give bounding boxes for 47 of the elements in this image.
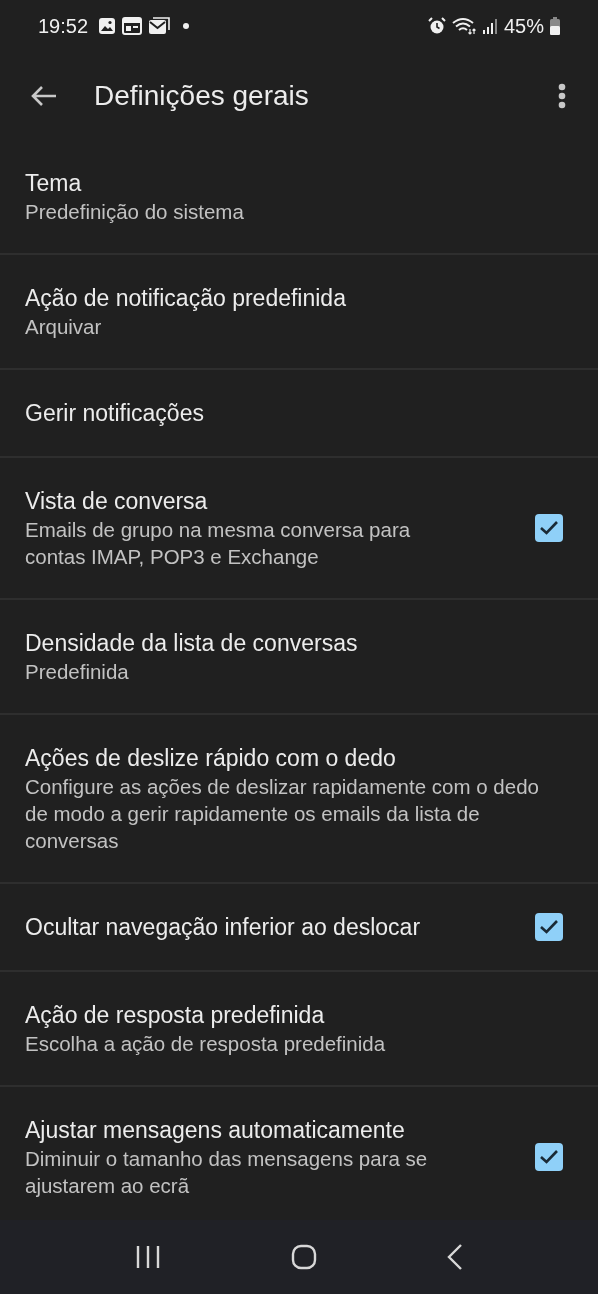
checkmark-icon xyxy=(539,1149,559,1165)
setting-row[interactable]: Densidade da lista de conversas Predefinida xyxy=(0,600,598,715)
alarm-icon xyxy=(427,17,446,35)
image-notification-icon xyxy=(98,17,117,35)
setting-description: Predefinição do sistema xyxy=(25,199,245,225)
status-time: 19:52 xyxy=(38,14,89,39)
recent-apps-icon xyxy=(135,1245,161,1269)
setting-description: Diminuir o tamanho das mensagens para se ajustarem ao ecrã xyxy=(25,1146,429,1199)
dot-icon xyxy=(182,22,191,30)
calendar-notification-icon xyxy=(122,17,143,35)
setting-title: Ajustar mensagens automaticamente xyxy=(25,1116,406,1145)
setting-title: Ocultar navegação inferior ao deslocar xyxy=(25,913,422,942)
setting-title: Ação de resposta predefinida xyxy=(25,1001,326,1030)
back-chevron-icon xyxy=(447,1243,463,1271)
setting-row[interactable]: Vista de conversa Emails de grupo na mesma conversa para contas IMAP, POP3 e Exchange xyxy=(0,458,598,600)
back-arrow-icon xyxy=(30,84,58,108)
checkbox[interactable] xyxy=(535,514,563,542)
checkmark-icon xyxy=(539,520,559,536)
setting-row[interactable]: Ação de notificação predefinida Arquivar xyxy=(0,255,598,370)
battery-percentage: 45% xyxy=(503,14,544,39)
setting-title: Gerir notificações xyxy=(25,399,205,428)
checkbox[interactable] xyxy=(535,913,563,941)
setting-title: Ação de notificação predefinida xyxy=(25,284,347,313)
setting-row[interactable]: Ação de resposta predefinida Escolha a ação de resposta predefinida xyxy=(0,972,598,1087)
setting-title: Ações de deslize rápido com o dedo xyxy=(25,744,397,773)
setting-title: Tema xyxy=(25,169,83,198)
checkmark-icon xyxy=(539,919,559,935)
setting-row[interactable]: Ações de deslize rápido com o dedo Configure as ações de deslizar rapidamente com o dedo de modo a gerir rapidamente os emails da lista de conversas xyxy=(0,715,598,884)
setting-title: Densidade da lista de conversas xyxy=(25,629,359,658)
more-options-button[interactable] xyxy=(556,81,568,111)
mail-notification-icon xyxy=(148,17,171,35)
setting-description: Arquivar xyxy=(25,314,103,340)
setting-row[interactable]: Ocultar navegação inferior ao deslocar xyxy=(0,884,598,972)
page-title: Definições gerais xyxy=(94,79,309,113)
setting-description: Escolha a ação de resposta predefinida xyxy=(25,1031,387,1057)
more-vertical-icon xyxy=(558,83,566,109)
setting-title: Vista de conversa xyxy=(25,487,209,516)
home-icon xyxy=(291,1244,317,1270)
setting-description: Emails de grupo na mesma conversa para contas IMAP, POP3 e Exchange xyxy=(25,517,412,570)
checkbox[interactable] xyxy=(535,1143,563,1171)
wifi-icon xyxy=(451,17,476,35)
setting-row[interactable]: Gerir notificações xyxy=(0,370,598,458)
setting-description: Predefinida xyxy=(25,659,130,685)
setting-row[interactable]: Tema Predefinição do sistema xyxy=(0,140,598,255)
signal-icon xyxy=(481,17,498,35)
setting-description: Configure as ações de deslizar rapidamente com o dedo de modo a gerir rapidamente os emails da lista de conversas xyxy=(25,774,540,854)
battery-icon xyxy=(550,17,560,35)
